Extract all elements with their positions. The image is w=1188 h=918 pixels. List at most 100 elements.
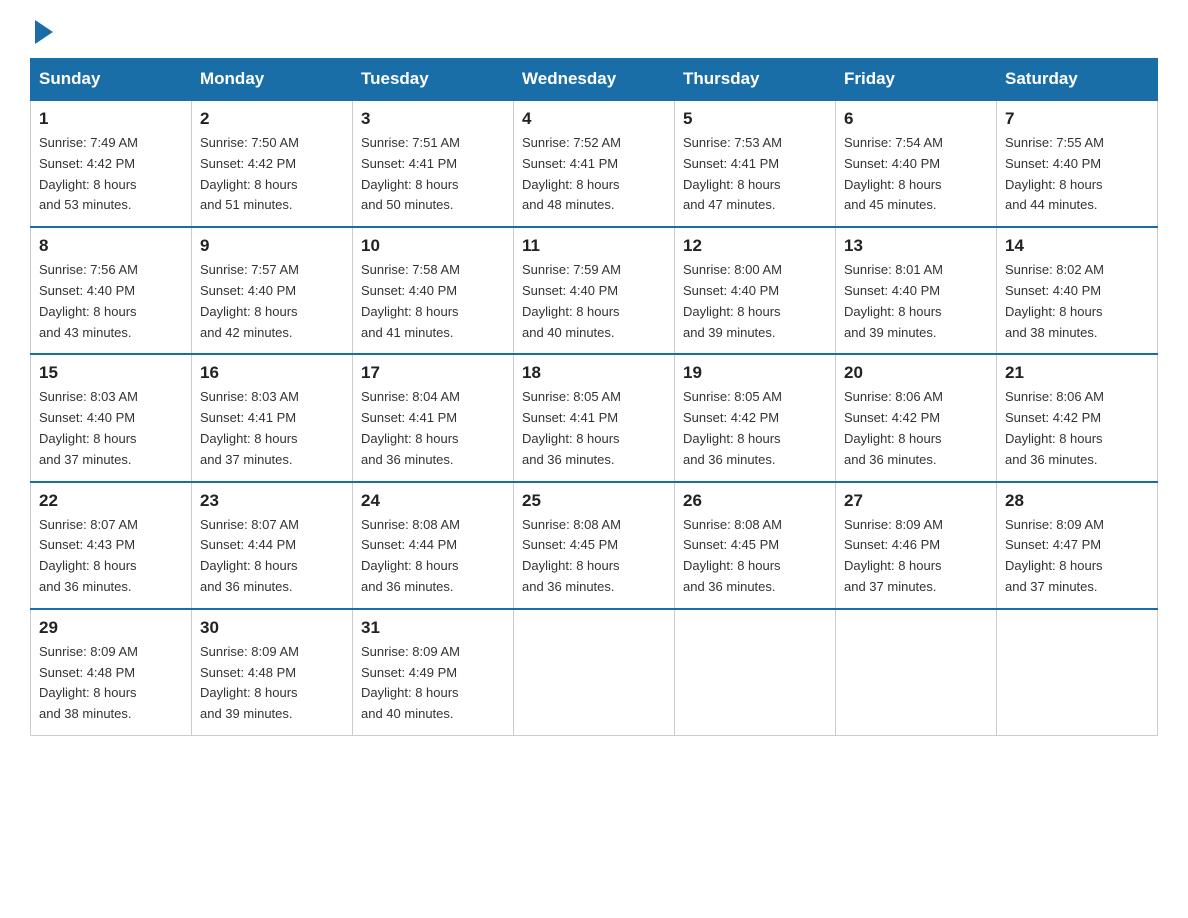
day-number: 14 xyxy=(1005,236,1149,256)
day-info: Sunrise: 7:53 AMSunset: 4:41 PMDaylight:… xyxy=(683,133,827,216)
day-info: Sunrise: 8:03 AMSunset: 4:41 PMDaylight:… xyxy=(200,387,344,470)
day-number: 11 xyxy=(522,236,666,256)
day-info: Sunrise: 7:55 AMSunset: 4:40 PMDaylight:… xyxy=(1005,133,1149,216)
day-number: 2 xyxy=(200,109,344,129)
day-number: 29 xyxy=(39,618,183,638)
day-number: 17 xyxy=(361,363,505,383)
weekday-header-monday: Monday xyxy=(192,59,353,101)
day-number: 16 xyxy=(200,363,344,383)
day-info: Sunrise: 8:06 AMSunset: 4:42 PMDaylight:… xyxy=(844,387,988,470)
weekday-header-saturday: Saturday xyxy=(997,59,1158,101)
day-info: Sunrise: 8:09 AMSunset: 4:46 PMDaylight:… xyxy=(844,515,988,598)
day-number: 20 xyxy=(844,363,988,383)
calendar-header: SundayMondayTuesdayWednesdayThursdayFrid… xyxy=(31,59,1158,101)
day-info: Sunrise: 8:08 AMSunset: 4:45 PMDaylight:… xyxy=(522,515,666,598)
logo xyxy=(30,20,53,42)
day-cell-21: 21 Sunrise: 8:06 AMSunset: 4:42 PMDaylig… xyxy=(997,354,1158,481)
day-cell-7: 7 Sunrise: 7:55 AMSunset: 4:40 PMDayligh… xyxy=(997,100,1158,227)
weekday-header-sunday: Sunday xyxy=(31,59,192,101)
day-info: Sunrise: 7:50 AMSunset: 4:42 PMDaylight:… xyxy=(200,133,344,216)
day-info: Sunrise: 7:49 AMSunset: 4:42 PMDaylight:… xyxy=(39,133,183,216)
day-number: 4 xyxy=(522,109,666,129)
week-row-4: 22 Sunrise: 8:07 AMSunset: 4:43 PMDaylig… xyxy=(31,482,1158,609)
day-number: 5 xyxy=(683,109,827,129)
day-number: 10 xyxy=(361,236,505,256)
calendar-body: 1 Sunrise: 7:49 AMSunset: 4:42 PMDayligh… xyxy=(31,100,1158,735)
day-info: Sunrise: 8:06 AMSunset: 4:42 PMDaylight:… xyxy=(1005,387,1149,470)
week-row-5: 29 Sunrise: 8:09 AMSunset: 4:48 PMDaylig… xyxy=(31,609,1158,736)
day-cell-27: 27 Sunrise: 8:09 AMSunset: 4:46 PMDaylig… xyxy=(836,482,997,609)
day-number: 7 xyxy=(1005,109,1149,129)
day-cell-4: 4 Sunrise: 7:52 AMSunset: 4:41 PMDayligh… xyxy=(514,100,675,227)
day-number: 30 xyxy=(200,618,344,638)
day-number: 31 xyxy=(361,618,505,638)
weekday-header-friday: Friday xyxy=(836,59,997,101)
day-info: Sunrise: 8:09 AMSunset: 4:48 PMDaylight:… xyxy=(200,642,344,725)
day-cell-19: 19 Sunrise: 8:05 AMSunset: 4:42 PMDaylig… xyxy=(675,354,836,481)
day-info: Sunrise: 7:59 AMSunset: 4:40 PMDaylight:… xyxy=(522,260,666,343)
calendar-table: SundayMondayTuesdayWednesdayThursdayFrid… xyxy=(30,58,1158,736)
day-cell-1: 1 Sunrise: 7:49 AMSunset: 4:42 PMDayligh… xyxy=(31,100,192,227)
day-cell-6: 6 Sunrise: 7:54 AMSunset: 4:40 PMDayligh… xyxy=(836,100,997,227)
day-cell-9: 9 Sunrise: 7:57 AMSunset: 4:40 PMDayligh… xyxy=(192,227,353,354)
day-cell-30: 30 Sunrise: 8:09 AMSunset: 4:48 PMDaylig… xyxy=(192,609,353,736)
day-cell-15: 15 Sunrise: 8:03 AMSunset: 4:40 PMDaylig… xyxy=(31,354,192,481)
day-cell-13: 13 Sunrise: 8:01 AMSunset: 4:40 PMDaylig… xyxy=(836,227,997,354)
day-cell-12: 12 Sunrise: 8:00 AMSunset: 4:40 PMDaylig… xyxy=(675,227,836,354)
day-cell-22: 22 Sunrise: 8:07 AMSunset: 4:43 PMDaylig… xyxy=(31,482,192,609)
day-number: 27 xyxy=(844,491,988,511)
day-cell-28: 28 Sunrise: 8:09 AMSunset: 4:47 PMDaylig… xyxy=(997,482,1158,609)
day-info: Sunrise: 8:07 AMSunset: 4:43 PMDaylight:… xyxy=(39,515,183,598)
day-number: 6 xyxy=(844,109,988,129)
day-info: Sunrise: 8:05 AMSunset: 4:41 PMDaylight:… xyxy=(522,387,666,470)
day-number: 3 xyxy=(361,109,505,129)
day-info: Sunrise: 8:02 AMSunset: 4:40 PMDaylight:… xyxy=(1005,260,1149,343)
day-number: 19 xyxy=(683,363,827,383)
weekday-header-tuesday: Tuesday xyxy=(353,59,514,101)
day-cell-26: 26 Sunrise: 8:08 AMSunset: 4:45 PMDaylig… xyxy=(675,482,836,609)
day-info: Sunrise: 7:58 AMSunset: 4:40 PMDaylight:… xyxy=(361,260,505,343)
day-number: 24 xyxy=(361,491,505,511)
week-row-1: 1 Sunrise: 7:49 AMSunset: 4:42 PMDayligh… xyxy=(31,100,1158,227)
day-info: Sunrise: 8:07 AMSunset: 4:44 PMDaylight:… xyxy=(200,515,344,598)
day-cell-29: 29 Sunrise: 8:09 AMSunset: 4:48 PMDaylig… xyxy=(31,609,192,736)
page-header xyxy=(30,20,1158,42)
header-row: SundayMondayTuesdayWednesdayThursdayFrid… xyxy=(31,59,1158,101)
day-cell-18: 18 Sunrise: 8:05 AMSunset: 4:41 PMDaylig… xyxy=(514,354,675,481)
day-number: 9 xyxy=(200,236,344,256)
empty-cell xyxy=(675,609,836,736)
day-info: Sunrise: 8:09 AMSunset: 4:47 PMDaylight:… xyxy=(1005,515,1149,598)
day-info: Sunrise: 7:56 AMSunset: 4:40 PMDaylight:… xyxy=(39,260,183,343)
day-info: Sunrise: 7:54 AMSunset: 4:40 PMDaylight:… xyxy=(844,133,988,216)
day-number: 12 xyxy=(683,236,827,256)
day-info: Sunrise: 8:03 AMSunset: 4:40 PMDaylight:… xyxy=(39,387,183,470)
day-number: 1 xyxy=(39,109,183,129)
day-info: Sunrise: 7:51 AMSunset: 4:41 PMDaylight:… xyxy=(361,133,505,216)
day-cell-17: 17 Sunrise: 8:04 AMSunset: 4:41 PMDaylig… xyxy=(353,354,514,481)
day-info: Sunrise: 7:52 AMSunset: 4:41 PMDaylight:… xyxy=(522,133,666,216)
day-cell-10: 10 Sunrise: 7:58 AMSunset: 4:40 PMDaylig… xyxy=(353,227,514,354)
day-number: 28 xyxy=(1005,491,1149,511)
day-number: 25 xyxy=(522,491,666,511)
day-info: Sunrise: 8:00 AMSunset: 4:40 PMDaylight:… xyxy=(683,260,827,343)
day-cell-11: 11 Sunrise: 7:59 AMSunset: 4:40 PMDaylig… xyxy=(514,227,675,354)
day-info: Sunrise: 8:01 AMSunset: 4:40 PMDaylight:… xyxy=(844,260,988,343)
day-number: 15 xyxy=(39,363,183,383)
day-number: 21 xyxy=(1005,363,1149,383)
day-cell-16: 16 Sunrise: 8:03 AMSunset: 4:41 PMDaylig… xyxy=(192,354,353,481)
day-cell-31: 31 Sunrise: 8:09 AMSunset: 4:49 PMDaylig… xyxy=(353,609,514,736)
week-row-2: 8 Sunrise: 7:56 AMSunset: 4:40 PMDayligh… xyxy=(31,227,1158,354)
day-info: Sunrise: 8:04 AMSunset: 4:41 PMDaylight:… xyxy=(361,387,505,470)
day-cell-5: 5 Sunrise: 7:53 AMSunset: 4:41 PMDayligh… xyxy=(675,100,836,227)
day-cell-23: 23 Sunrise: 8:07 AMSunset: 4:44 PMDaylig… xyxy=(192,482,353,609)
day-cell-25: 25 Sunrise: 8:08 AMSunset: 4:45 PMDaylig… xyxy=(514,482,675,609)
day-info: Sunrise: 7:57 AMSunset: 4:40 PMDaylight:… xyxy=(200,260,344,343)
day-number: 8 xyxy=(39,236,183,256)
day-number: 23 xyxy=(200,491,344,511)
day-cell-14: 14 Sunrise: 8:02 AMSunset: 4:40 PMDaylig… xyxy=(997,227,1158,354)
empty-cell xyxy=(514,609,675,736)
day-info: Sunrise: 8:08 AMSunset: 4:44 PMDaylight:… xyxy=(361,515,505,598)
day-number: 22 xyxy=(39,491,183,511)
weekday-header-thursday: Thursday xyxy=(675,59,836,101)
day-cell-2: 2 Sunrise: 7:50 AMSunset: 4:42 PMDayligh… xyxy=(192,100,353,227)
